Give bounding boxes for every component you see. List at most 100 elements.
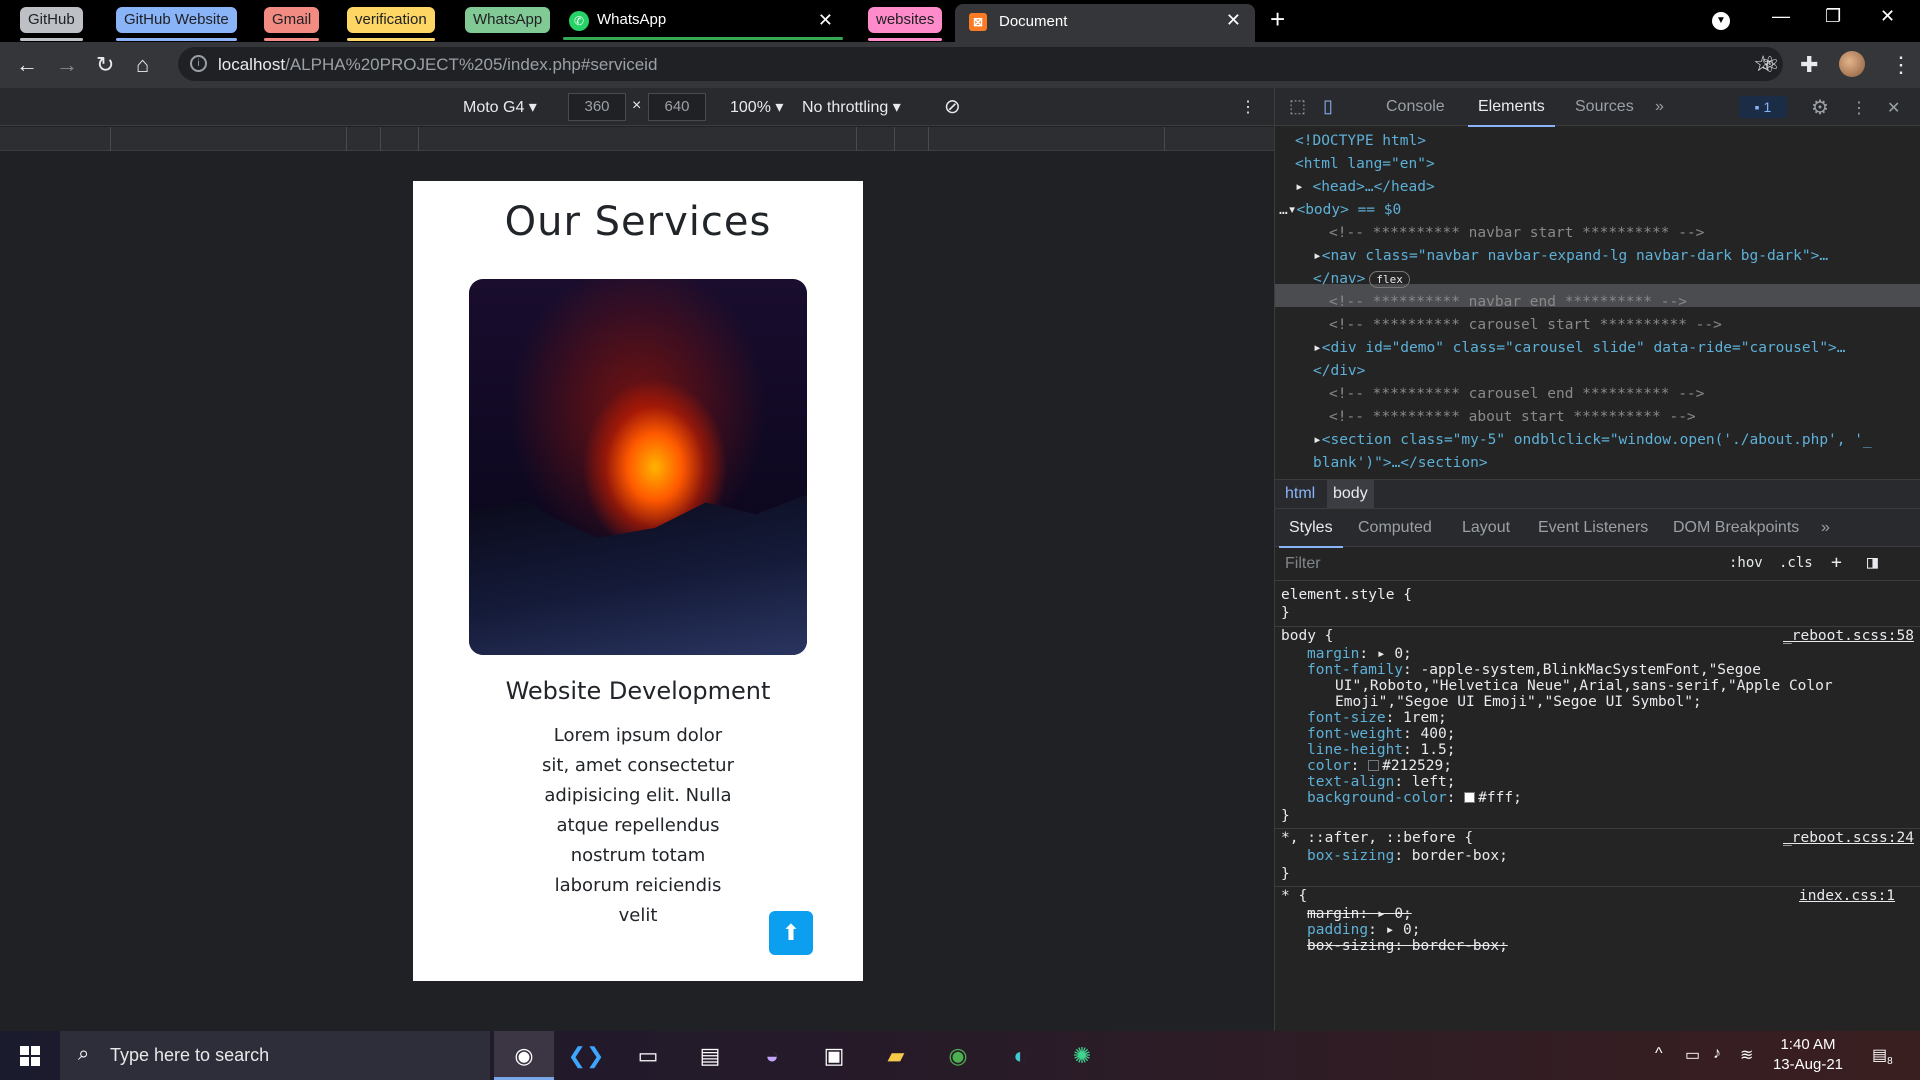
issues-badge[interactable]: ▪ 1 <box>1739 96 1787 118</box>
throttling-select[interactable]: No throttling ▾ <box>802 97 901 117</box>
flex-badge[interactable]: flex <box>1369 271 1410 288</box>
back-icon[interactable]: ← <box>16 52 38 78</box>
rule-source-link[interactable]: _reboot.scss:24 <box>1783 829 1914 848</box>
settings-gear-icon[interactable]: ⚙ <box>1811 95 1829 120</box>
edge-app-icon[interactable]: ◐ <box>990 1031 1050 1080</box>
tab-group-verification[interactable]: verification <box>347 7 435 41</box>
dom-node-selected[interactable]: …▾<body> == $0 <box>1279 199 1401 222</box>
device-toggle-icon[interactable]: ▯ <box>1323 96 1333 117</box>
styles-rules[interactable]: element.style { } body { _reboot.scss:58… <box>1275 582 1920 1031</box>
chrome-app-icon[interactable]: ◉ <box>494 1031 554 1080</box>
rule-source-link[interactable]: index.css:1 <box>1799 887 1895 906</box>
chrome-alt-app-icon[interactable]: ◉ <box>928 1031 988 1080</box>
dom-comment[interactable]: <!-- ********** carousel end ********** … <box>1329 383 1704 406</box>
rule-selector[interactable]: body { <box>1281 627 1333 646</box>
rule-selector[interactable]: * { <box>1281 887 1307 906</box>
inspect-element-icon[interactable]: ⬚ <box>1289 96 1306 117</box>
forward-icon[interactable]: → <box>56 52 78 78</box>
terminal-app-icon[interactable]: ▭ <box>618 1031 678 1080</box>
store-app-icon[interactable]: ▣ <box>804 1031 864 1080</box>
tab-document[interactable]: ⊠ Document ✕ <box>955 4 1255 42</box>
css-property[interactable]: box-sizing: border-box; <box>1307 847 1508 866</box>
color-swatch[interactable] <box>1368 760 1380 771</box>
profile-avatar[interactable] <box>1839 51 1865 77</box>
tab-search-icon[interactable]: ▼ <box>1712 12 1730 30</box>
address-bar[interactable]: i localhost/ALPHA%20PROJECT%205/index.ph… <box>178 47 1783 81</box>
dom-node[interactable]: blank')">…</section> <box>1313 452 1488 475</box>
dom-comment[interactable]: <!-- ********** carousel start *********… <box>1329 314 1722 337</box>
tab-elements[interactable]: Elements <box>1468 98 1555 127</box>
extensions-icon[interactable]: ✚ <box>1800 52 1818 78</box>
tab-group-github[interactable]: GitHub <box>20 7 83 41</box>
tray-chevron-icon[interactable]: ^ <box>1655 1045 1663 1063</box>
clock[interactable]: 1:40 AM 13-Aug-21 <box>1758 1035 1858 1075</box>
home-icon[interactable]: ⌂ <box>136 52 149 78</box>
dom-node[interactable]: <html lang="en"> <box>1295 153 1435 176</box>
file-explorer-icon[interactable]: ▰ <box>866 1031 926 1080</box>
tab-group-whatsapp[interactable]: WhatsApp <box>465 7 551 33</box>
chrome-menu-icon[interactable]: ⋮ <box>1890 52 1912 78</box>
breadcrumb-html[interactable]: html <box>1279 480 1321 508</box>
toggle-sidebar-icon[interactable]: ◨ <box>1867 552 1878 573</box>
device-more-icon[interactable]: ⋮ <box>1240 97 1256 117</box>
back-to-top-button[interactable]: ⬆ <box>769 911 813 955</box>
rule-source-link[interactable]: _reboot.scss:58 <box>1783 627 1914 646</box>
windows-start-icon[interactable] <box>20 1046 40 1066</box>
hov-toggle[interactable]: :hov <box>1729 555 1763 571</box>
taskbar-search[interactable]: ⌕ Type here to search <box>60 1031 490 1080</box>
tab-sources[interactable]: Sources <box>1575 98 1634 116</box>
cls-toggle[interactable]: .cls <box>1779 555 1813 571</box>
atom-app-icon[interactable]: ✺ <box>1052 1031 1112 1080</box>
dom-node[interactable]: ▸<div id="demo" class="carousel slide" d… <box>1313 337 1846 360</box>
css-property-overridden[interactable]: box-sizing: border-box; <box>1307 937 1508 956</box>
close-window-icon[interactable]: ✕ <box>1880 6 1895 27</box>
zoom-select[interactable]: 100% ▾ <box>730 97 783 117</box>
close-devtools-icon[interactable]: ✕ <box>1887 98 1900 118</box>
dom-comment[interactable]: <!-- ********** navbar end ********** --… <box>1329 291 1687 314</box>
styles-filter[interactable]: Filter :hov .cls + ◨ <box>1275 547 1920 581</box>
new-rule-icon[interactable]: + <box>1831 552 1842 573</box>
restore-icon[interactable]: ❐ <box>1825 6 1841 27</box>
width-input[interactable]: 360 <box>568 93 626 121</box>
device-select[interactable]: Moto G4 ▾ <box>463 97 537 117</box>
close-tab-icon[interactable]: ✕ <box>1226 10 1241 31</box>
dom-node[interactable]: <!DOCTYPE html> <box>1295 130 1426 153</box>
dom-node[interactable]: ▸ <head>…</head> <box>1295 176 1435 199</box>
tab-group-websites[interactable]: websites <box>868 7 943 41</box>
vscode-app-icon[interactable]: ❮❯ <box>556 1031 616 1080</box>
tab-whatsapp[interactable]: ✆ WhatsApp ✕ <box>563 7 843 40</box>
url-text[interactable]: localhost/ALPHA%20PROJECT%205/index.php#… <box>218 55 657 75</box>
height-input[interactable]: 640 <box>648 93 706 121</box>
wifi-icon[interactable]: ≋ <box>1740 1045 1753 1065</box>
tab-group-gmail[interactable]: Gmail <box>264 7 320 41</box>
rule-selector[interactable]: *, ::after, ::before { <box>1281 829 1473 848</box>
dom-node[interactable]: </div> <box>1313 360 1365 383</box>
notifications-icon[interactable]: ▤8 <box>1872 1045 1893 1067</box>
tab-event-listeners[interactable]: Event Listeners <box>1538 519 1648 537</box>
tab-console[interactable]: Console <box>1386 98 1445 116</box>
battery-icon[interactable]: ▭ <box>1685 1045 1700 1065</box>
new-tab-button[interactable]: + <box>1270 4 1285 35</box>
css-property[interactable]: background-color: #fff; <box>1307 789 1522 808</box>
media-query-bar[interactable] <box>0 127 1274 151</box>
tab-dom-breakpoints[interactable]: DOM Breakpoints <box>1673 519 1799 537</box>
tab-styles[interactable]: Styles <box>1279 519 1343 548</box>
dom-node[interactable]: ▸<nav class="navbar navbar-expand-lg nav… <box>1313 245 1828 268</box>
minimize-icon[interactable]: — <box>1772 6 1790 27</box>
eclipse-app-icon[interactable]: ◒ <box>742 1031 802 1080</box>
tab-computed[interactable]: Computed <box>1358 519 1432 537</box>
site-info-icon[interactable]: i <box>190 55 207 72</box>
volume-icon[interactable]: ♪ <box>1713 1045 1721 1063</box>
rule-selector[interactable]: element.style { <box>1281 586 1412 605</box>
rotate-icon[interactable]: ⊘ <box>944 94 961 119</box>
dom-comment[interactable]: <!-- ********** navbar start ********** … <box>1329 222 1704 245</box>
more-panels-icon[interactable]: » <box>1821 519 1830 537</box>
tab-group-github-website[interactable]: GitHub Website <box>116 7 237 41</box>
color-swatch[interactable] <box>1464 792 1476 803</box>
breadcrumb-body[interactable]: body <box>1327 480 1374 508</box>
devtools-menu-icon[interactable]: ⋮ <box>1851 98 1867 118</box>
more-tabs-icon[interactable]: » <box>1655 98 1664 116</box>
dom-node[interactable]: </nav> flex <box>1313 268 1410 291</box>
dom-tree[interactable]: <!DOCTYPE html> <html lang="en"> ▸ <head… <box>1275 126 1920 479</box>
dom-node[interactable]: ▸<section class="my-5" ondblclick="windo… <box>1313 429 1872 452</box>
